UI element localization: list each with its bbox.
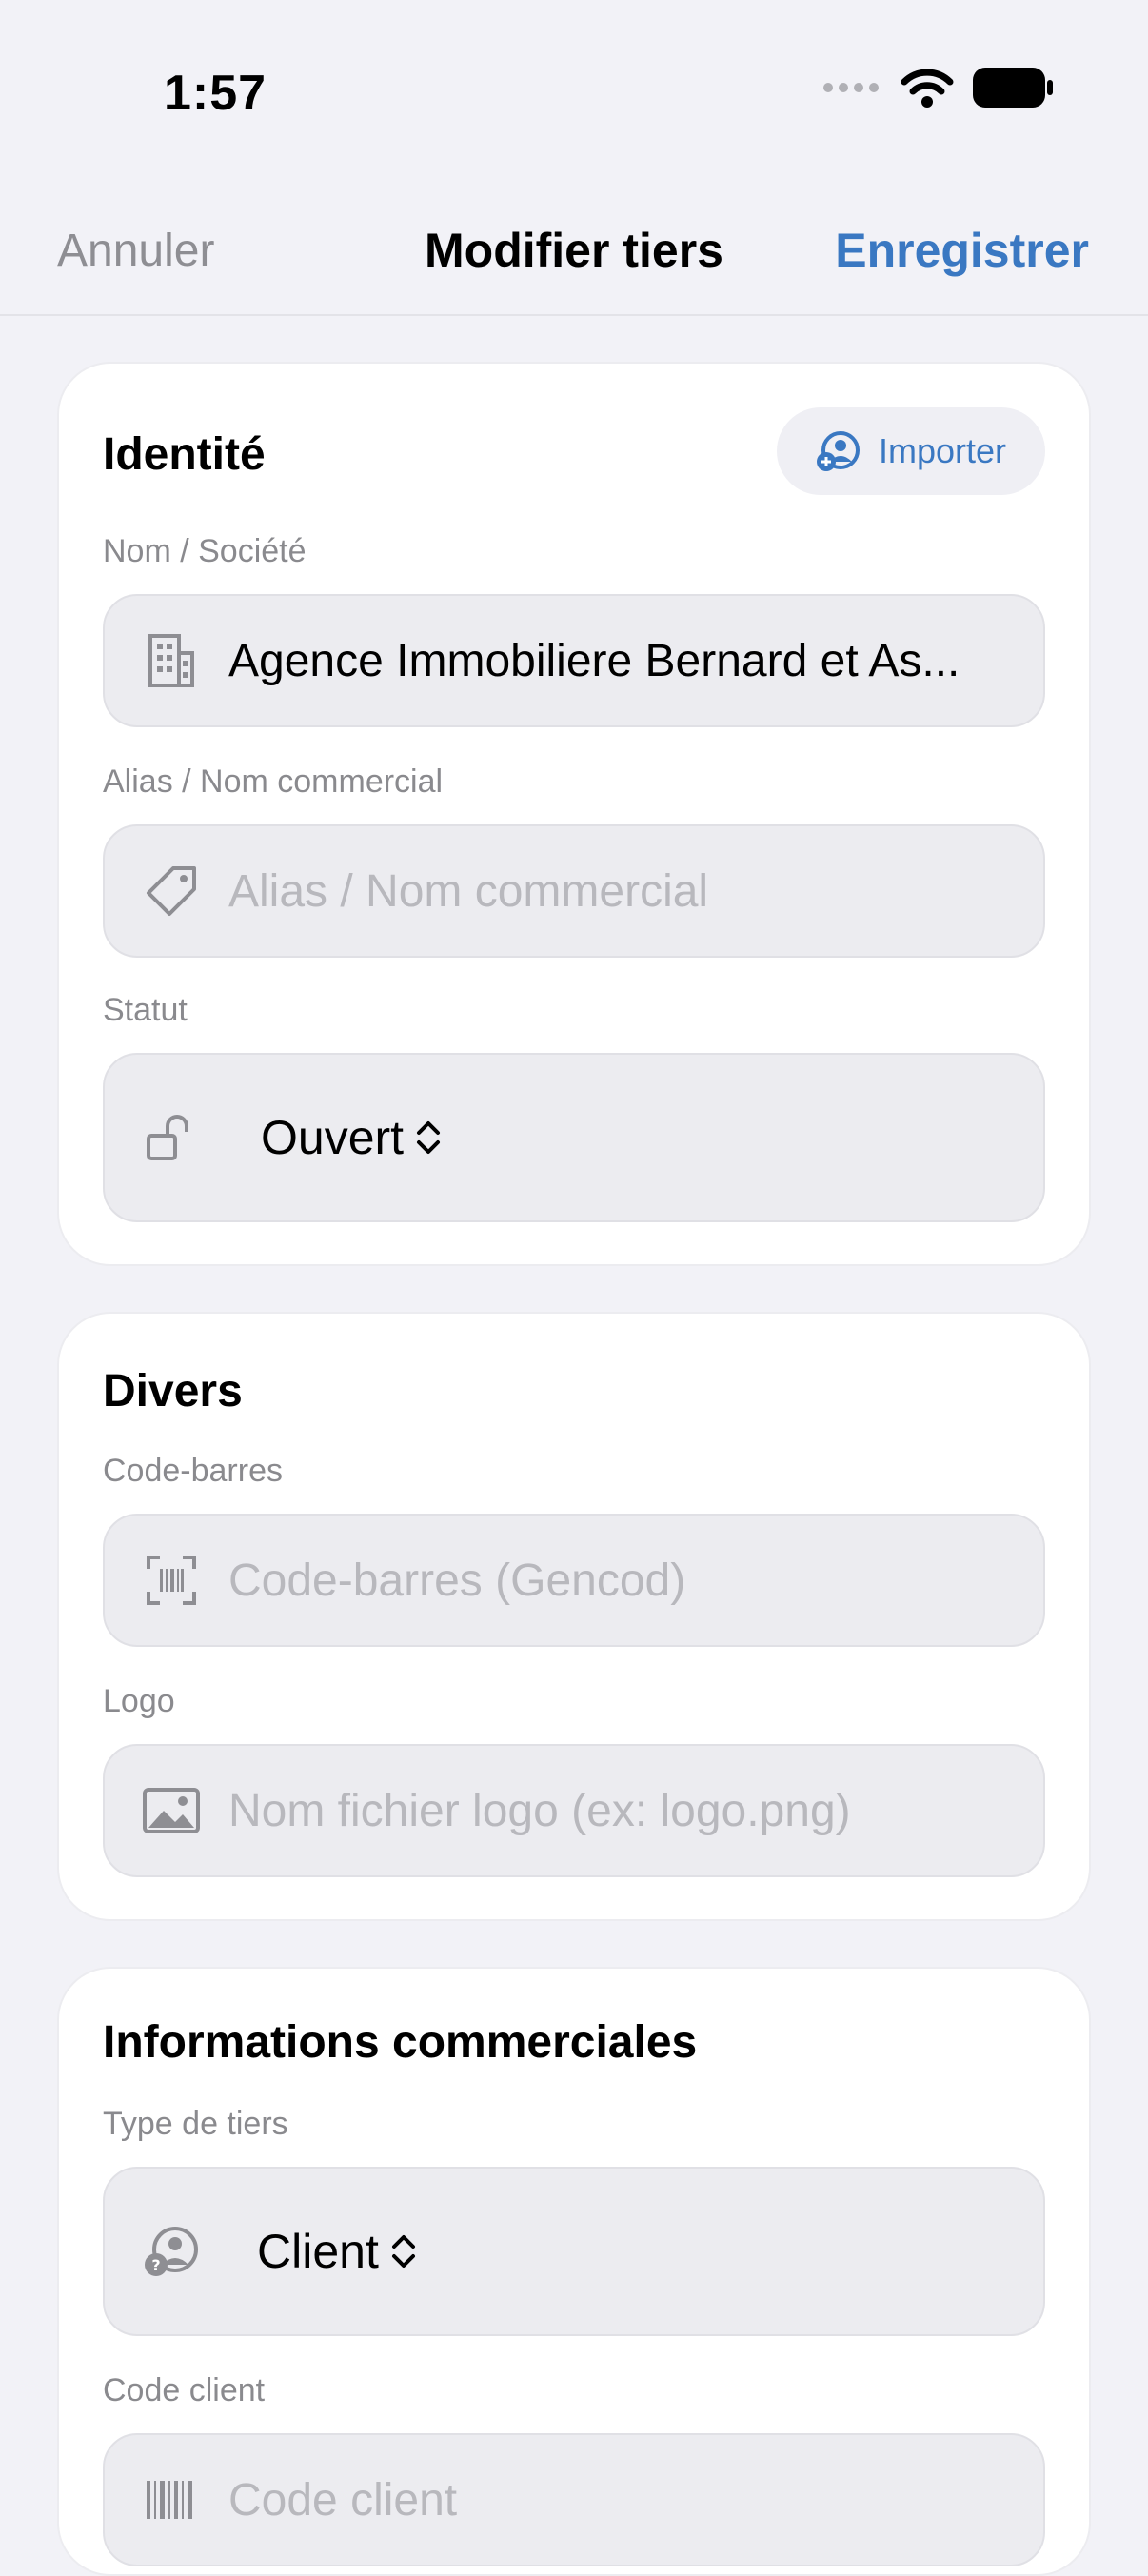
alias-label: Alias / Nom commercial — [103, 763, 444, 800]
chevron-up-down-icon — [417, 1121, 441, 1154]
name-label: Nom / Société — [103, 533, 307, 569]
client-code-placeholder: Code client — [228, 2474, 458, 2526]
tag-icon — [143, 862, 200, 920]
commercial-card: Informations commerciales Type de tiers … — [57, 1967, 1091, 2576]
svg-text:?: ? — [151, 2256, 160, 2274]
logo-label: Logo — [103, 1683, 175, 1719]
client-code-input[interactable]: Code client — [103, 2433, 1045, 2566]
battery-icon — [973, 68, 1053, 108]
type-value-container: Client — [257, 2224, 417, 2279]
client-code-label: Code client — [103, 2372, 266, 2408]
import-contact-icon — [816, 431, 860, 471]
alias-input[interactable]: Alias / Nom commercial — [103, 824, 1045, 958]
identity-title: Identité — [103, 429, 266, 480]
unlock-icon — [143, 1109, 200, 1166]
type-label: Type de tiers — [103, 2106, 288, 2142]
barcode-label: Code-barres — [103, 1453, 283, 1489]
building-icon — [143, 632, 200, 689]
cellular-signal-icon — [823, 83, 879, 92]
status-bar: 1:57 — [0, 0, 1148, 181]
nav-bar: Annuler Modifier tiers Enregistrer — [0, 190, 1148, 316]
barcode-scan-icon — [143, 1552, 200, 1609]
chevron-up-down-icon — [391, 2235, 415, 2268]
import-button[interactable]: Importer — [777, 407, 1045, 495]
save-button[interactable]: Enregistrer — [835, 223, 1089, 278]
import-label: Importer — [878, 431, 1007, 470]
barcode-icon — [143, 2471, 200, 2528]
alias-placeholder: Alias / Nom commercial — [228, 865, 709, 917]
identity-card: Identité Importer Nom / Société Agence I… — [57, 362, 1091, 1266]
photo-icon — [143, 1782, 200, 1839]
status-time: 1:57 — [164, 66, 267, 121]
status-picker[interactable]: Ouvert — [103, 1053, 1045, 1222]
wifi-icon — [901, 69, 954, 108]
commercial-title: Informations commerciales — [103, 2017, 698, 2068]
status-icons — [822, 67, 1053, 109]
status-value: Ouvert — [261, 1111, 405, 1164]
person-question-icon: ? — [143, 2223, 200, 2280]
misc-card: Divers Code-barres Code-barres (Gencod) … — [57, 1312, 1091, 1921]
type-value: Client — [257, 2225, 379, 2278]
logo-placeholder: Nom fichier logo (ex: logo.png) — [228, 1785, 851, 1836]
misc-title: Divers — [103, 1366, 243, 1417]
status-label: Statut — [103, 992, 188, 1028]
name-field[interactable]: Agence Immobiliere Bernard et As... — [103, 594, 1045, 727]
barcode-input[interactable]: Code-barres (Gencod) — [103, 1514, 1045, 1647]
logo-input[interactable]: Nom fichier logo (ex: logo.png) — [103, 1744, 1045, 1877]
barcode-placeholder: Code-barres (Gencod) — [228, 1555, 686, 1606]
name-value: Agence Immobiliere Bernard et As... — [228, 635, 960, 686]
status-value-container: Ouvert — [261, 1110, 442, 1165]
type-picker[interactable]: ? Client — [103, 2167, 1045, 2336]
